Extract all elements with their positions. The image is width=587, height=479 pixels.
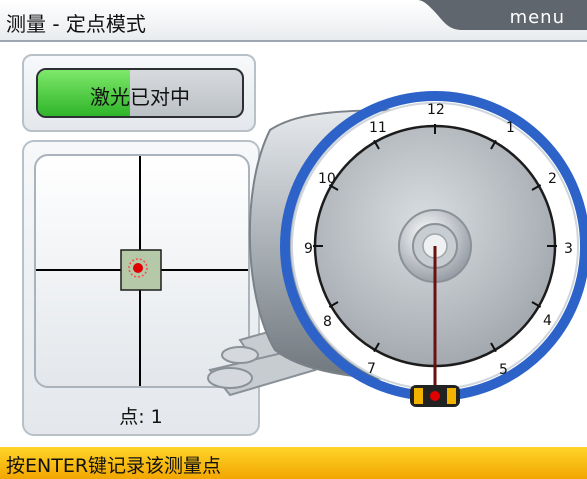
clock-label-2: 2 [548,171,557,187]
clock-label-1: 1 [506,120,515,136]
sensor-head [410,385,460,407]
page-title: 测量 - 定点模式 [6,12,146,36]
menu-label: menu [509,7,565,28]
clock-label-7: 7 [367,361,376,377]
title-bar: 测量 - 定点模式 menu [0,0,587,42]
machine-illustration: 12 1 2 3 4 5 7 8 9 10 11 [207,91,587,407]
menu-button[interactable]: menu [417,0,587,34]
clock-label-9: 9 [304,241,313,257]
clock-label-11: 11 [369,120,387,136]
clock-label-4: 4 [543,313,552,329]
clock-label-5: 5 [499,362,508,378]
clock-label-8: 8 [323,314,332,330]
clock-label-10: 10 [318,171,336,187]
clock-label-3: 3 [564,241,573,257]
instruction-text: 按ENTER键记录该测量点 [6,455,222,477]
clock-label-12: 12 [427,102,445,118]
instruction-bar: 按ENTER键记录该测量点 [0,447,587,479]
